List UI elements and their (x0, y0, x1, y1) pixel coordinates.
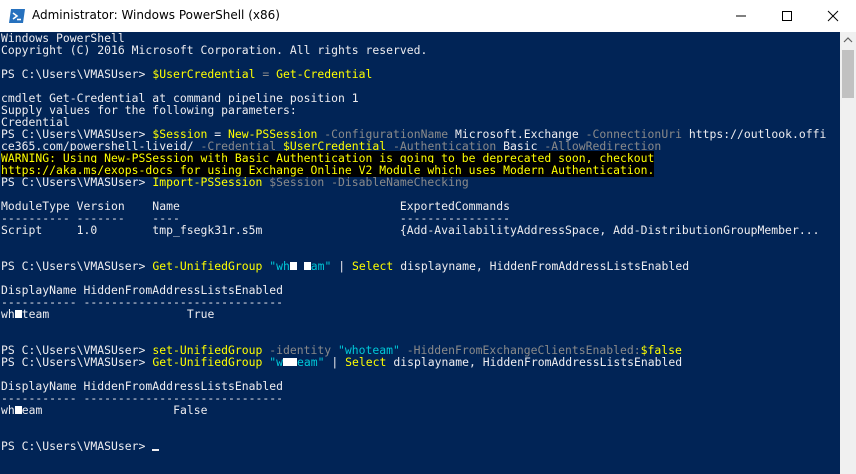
text-cursor (152, 449, 160, 451)
prompt: PS C:\Users\VMASUser> (1, 67, 153, 81)
close-icon (827, 10, 839, 22)
redaction-block (14, 310, 22, 318)
prompt: PS C:\Users\VMASUser> (1, 355, 153, 369)
copyright-line: Copyright (C) 2016 Microsoft Corporation… (1, 43, 428, 57)
group-table-row: wh eam False (1, 403, 208, 417)
active-prompt-line[interactable]: PS C:\Users\VMASUser> (1, 439, 160, 453)
redaction-block (289, 262, 297, 270)
chevron-up-icon (843, 37, 853, 43)
minimize-button[interactable] (718, 0, 764, 32)
console-output[interactable]: Windows PowerShell Copyright (C) 2016 Mi… (0, 32, 840, 474)
module-table-row: Script 1.0 tmp_fsegk31r.s5m {Add-Availab… (1, 223, 820, 237)
redaction-block (283, 358, 290, 366)
scroll-up-button[interactable] (840, 32, 856, 49)
window-title: Administrator: Windows PowerShell (x86) (32, 8, 280, 22)
powershell-icon[interactable] (8, 7, 26, 25)
group-table-row: wh team True (1, 307, 215, 321)
minimize-icon (736, 15, 746, 17)
maximize-icon (782, 11, 792, 21)
redaction-block (290, 358, 297, 366)
maximize-button[interactable] (764, 0, 810, 32)
command-line-credential: PS C:\Users\VMASUser> $UserCredential = … (1, 67, 373, 81)
prompt: PS C:\Users\VMASUser> (1, 259, 153, 273)
command-line-get-group: PS C:\Users\VMASUser> Get-UnifiedGroup "… (1, 259, 690, 273)
prompt: PS C:\Users\VMASUser> (1, 439, 153, 453)
vertical-scrollbar[interactable] (840, 32, 856, 474)
command-line-import: PS C:\Users\VMASUser> Import-PSSession $… (1, 175, 469, 189)
redaction-block (303, 262, 311, 270)
title-bar: Administrator: Windows PowerShell (x86) (0, 0, 856, 32)
prompt: PS C:\Users\VMASUser> (1, 175, 153, 189)
redaction-block (14, 406, 22, 414)
close-button[interactable] (810, 0, 856, 32)
scroll-thumb[interactable] (842, 50, 854, 98)
command-line-get-group-2: PS C:\Users\VMASUser> Get-UnifiedGroup "… (1, 355, 683, 369)
